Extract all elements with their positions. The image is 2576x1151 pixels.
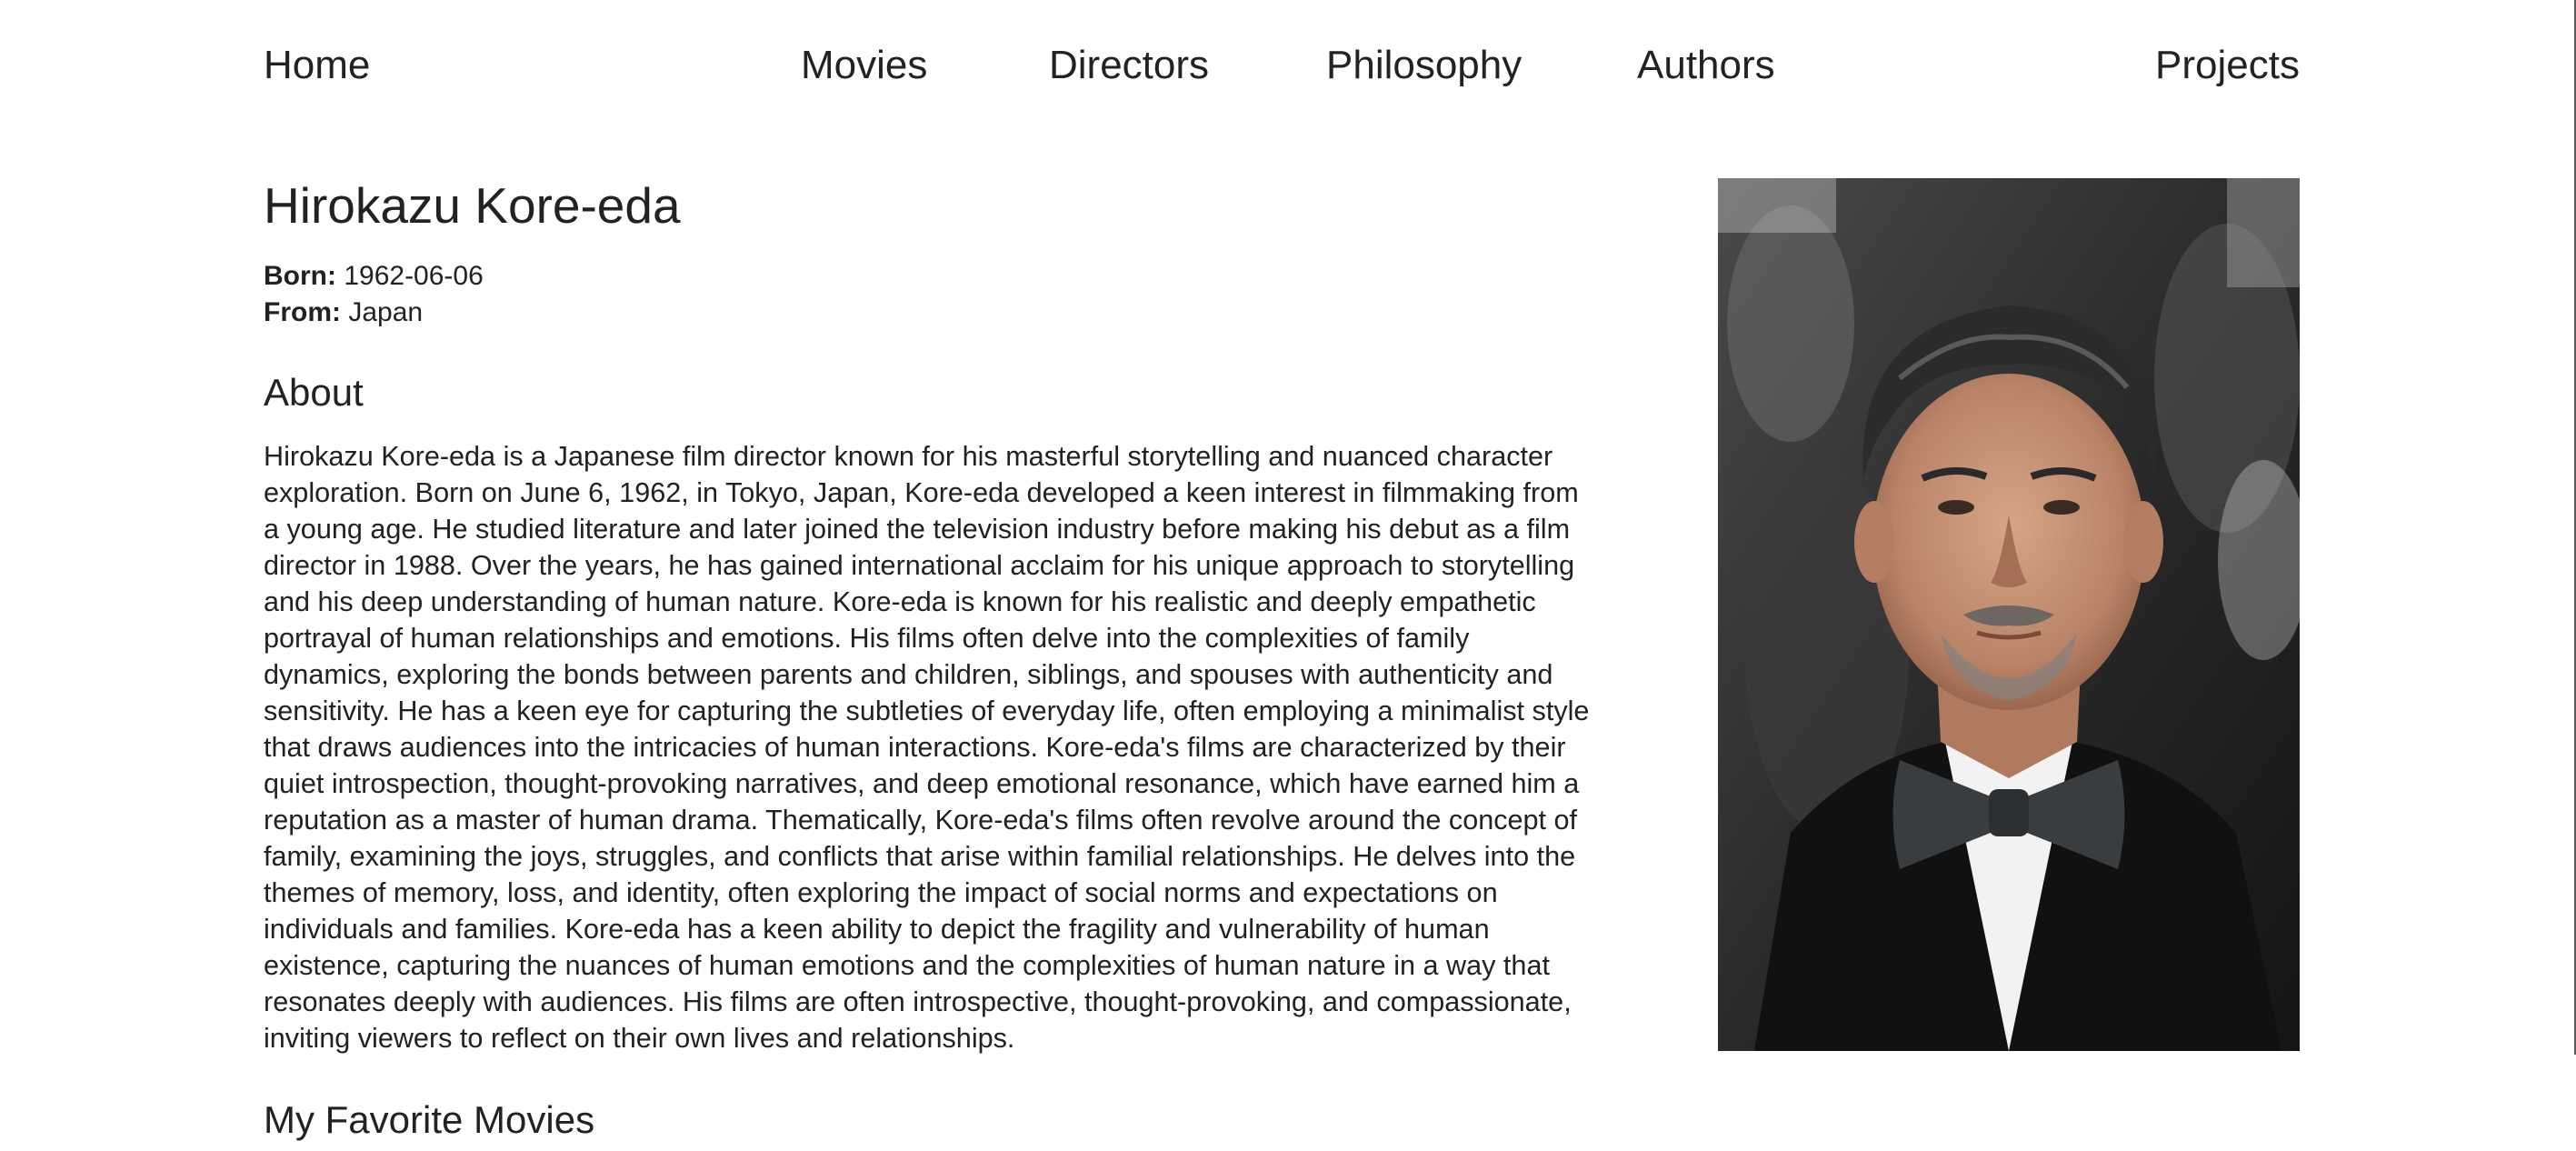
top-nav: Home Movies Directors Philosophy Authors…: [264, 0, 2300, 132]
nav-home-link[interactable]: Home: [264, 40, 370, 91]
page: Home Movies Directors Philosophy Authors…: [0, 0, 2576, 1151]
from-row: From: Japan: [264, 295, 1591, 331]
nav-philosophy-link[interactable]: Philosophy: [1326, 40, 1522, 91]
nav-directors-link[interactable]: Directors: [1049, 40, 1209, 91]
about-paragraph: Hirokazu Kore-eda is a Japanese film dir…: [264, 441, 1590, 1054]
portrait-illustration: [1718, 178, 2300, 1051]
director-facts: Born: 1962-06-06 From: Japan: [264, 258, 1591, 331]
nav-projects-link[interactable]: Projects: [2155, 40, 2300, 91]
director-portrait-photo: [1718, 178, 2300, 1051]
favorite-movies-heading: My Favorite Movies: [264, 1098, 595, 1141]
nav-movies-link[interactable]: Movies: [801, 40, 927, 91]
from-label: From:: [264, 297, 341, 327]
born-value: 1962-06-06: [344, 261, 484, 291]
director-profile: Hirokazu Kore-eda Born: 1962-06-06 From:…: [264, 169, 1591, 1146]
about-heading: About: [264, 371, 364, 414]
nav-authors-link[interactable]: Authors: [1637, 40, 1775, 91]
born-row: Born: 1962-06-06: [264, 258, 1591, 295]
from-value: Japan: [348, 297, 424, 327]
born-label: Born:: [264, 261, 336, 291]
director-name: Hirokazu Kore-eda: [264, 177, 681, 234]
